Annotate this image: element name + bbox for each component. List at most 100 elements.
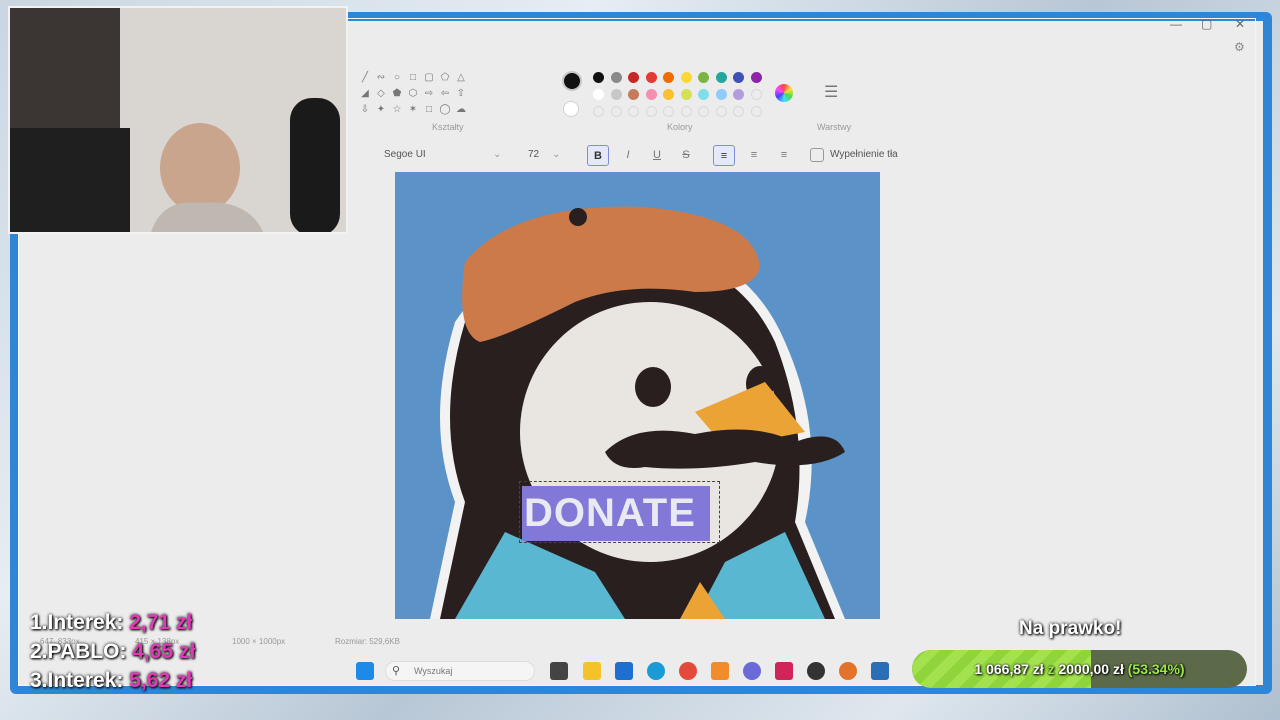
right-triangle-shape-icon[interactable]: ◢ <box>357 86 373 102</box>
goal-title: Na prawko! <box>1019 618 1122 639</box>
rounded-rectangle-shape-icon[interactable]: ▢ <box>421 70 437 86</box>
colors-group-label: Kolory <box>667 122 693 132</box>
arrow-up-shape-icon[interactable]: ⇧ <box>453 86 469 102</box>
curve-shape-icon[interactable]: ∾ <box>373 70 389 86</box>
canvas-size: 1000 × 1000px <box>232 637 286 646</box>
polygon-shape-icon[interactable]: ⬠ <box>437 70 453 86</box>
close-icon[interactable]: ✕ <box>1235 17 1245 31</box>
minimize-icon[interactable]: — <box>1170 17 1182 31</box>
windows-start-icon[interactable] <box>356 662 374 680</box>
font-family-select[interactable]: Segoe UI <box>384 149 426 160</box>
search-icon: ⚲ <box>392 665 401 677</box>
color-swatch[interactable] <box>663 72 674 83</box>
align-right-icon[interactable]: ≡ <box>773 145 795 166</box>
callout-cloud-shape-icon[interactable]: ☁ <box>453 102 469 118</box>
empty-color-slot[interactable] <box>680 106 692 117</box>
primary-color-swatch[interactable] <box>562 71 582 91</box>
discord-icon[interactable] <box>743 662 761 680</box>
star4-shape-icon[interactable]: ✦ <box>373 102 389 118</box>
color-swatch[interactable] <box>733 72 744 83</box>
browser-icon[interactable] <box>839 662 857 680</box>
empty-color-slot[interactable] <box>628 106 639 117</box>
bold-button[interactable]: B <box>587 145 609 166</box>
arrow-down-shape-icon[interactable]: ⇩ <box>357 102 373 118</box>
color-swatch[interactable] <box>750 72 762 83</box>
paint-icon[interactable] <box>871 662 889 680</box>
color-swatch[interactable] <box>663 89 674 100</box>
taskbar-search-input[interactable]: Wyszukaj <box>385 661 535 681</box>
secondary-color-swatch[interactable] <box>563 101 579 117</box>
empty-color-slot[interactable] <box>663 106 674 117</box>
color-swatch[interactable] <box>715 89 727 100</box>
task-view-icon[interactable] <box>550 662 568 680</box>
fill-background-label: Wypełnienie tła <box>830 149 898 160</box>
edit-colors-icon[interactable] <box>775 84 793 102</box>
color-swatch[interactable] <box>698 72 709 83</box>
arrow-left-shape-icon[interactable]: ⇦ <box>437 86 453 102</box>
empty-color-slot[interactable] <box>645 106 657 117</box>
leaderboard-amount: 5,62 zł <box>129 669 193 692</box>
leaderboard-row: 3.Interek: 5,62 zł <box>30 669 193 692</box>
italic-button[interactable]: I <box>617 145 639 166</box>
star6-shape-icon[interactable]: ✶ <box>405 102 421 118</box>
color-swatch[interactable] <box>628 72 639 83</box>
color-swatch[interactable] <box>628 89 639 100</box>
tiktok-icon[interactable] <box>775 662 793 680</box>
penguin-illustration <box>430 206 845 619</box>
empty-color-slot[interactable] <box>750 106 762 117</box>
shapes-group-label: Kształty <box>432 122 464 132</box>
pentagon-shape-icon[interactable]: ⬟ <box>389 86 405 102</box>
rectangle-shape-icon[interactable]: □ <box>405 70 421 86</box>
color-swatch[interactable] <box>733 89 744 100</box>
chrome-icon[interactable] <box>679 662 697 680</box>
line-shape-icon[interactable]: ╱ <box>357 70 373 86</box>
empty-color-slot[interactable] <box>593 106 604 117</box>
color-swatch[interactable] <box>645 89 657 100</box>
underline-button[interactable]: U <box>646 145 668 166</box>
color-swatch[interactable] <box>715 72 727 83</box>
color-swatch[interactable] <box>680 89 692 100</box>
empty-color-slot[interactable] <box>715 106 727 117</box>
empty-color-slot[interactable] <box>698 106 709 117</box>
color-swatch[interactable] <box>680 72 692 83</box>
font-chevron-down-icon[interactable]: ⌄ <box>493 149 501 160</box>
star5-shape-icon[interactable]: ☆ <box>389 102 405 118</box>
goal-progress-bar: 1 066,87 zł z 2000,00 zł (53.34%) <box>912 650 1247 688</box>
drawing-canvas[interactable] <box>395 172 880 619</box>
diamond-shape-icon[interactable]: ◇ <box>373 86 389 102</box>
color-swatch[interactable] <box>610 89 622 100</box>
edge-icon[interactable] <box>647 662 665 680</box>
file-explorer-icon[interactable] <box>583 662 601 680</box>
color-swatch[interactable] <box>593 72 604 83</box>
callout-oval-shape-icon[interactable]: ◯ <box>437 102 453 118</box>
oval-shape-icon[interactable]: ○ <box>389 70 405 86</box>
empty-color-slot[interactable] <box>750 89 762 100</box>
settings-gear-icon[interactable]: ⚙ <box>1234 40 1245 54</box>
obs-icon[interactable] <box>807 662 825 680</box>
hexagon-shape-icon[interactable]: ⬡ <box>405 86 421 102</box>
store-icon[interactable] <box>615 662 633 680</box>
empty-color-slot[interactable] <box>610 106 622 117</box>
file-size: Rozmiar: 529,6KB <box>335 637 400 646</box>
leaderboard-amount: 2,71 zł <box>129 611 193 634</box>
align-center-icon[interactable]: ≡ <box>743 145 765 166</box>
fill-background-checkbox[interactable] <box>810 148 824 162</box>
size-chevron-down-icon[interactable]: ⌄ <box>552 149 560 160</box>
triangle-shape-icon[interactable]: △ <box>453 70 469 86</box>
maximize-icon[interactable]: ▢ <box>1201 17 1212 31</box>
font-size-select[interactable]: 72 <box>528 149 539 160</box>
color-swatch[interactable] <box>610 72 622 83</box>
empty-color-slot[interactable] <box>733 106 744 117</box>
color-palette <box>590 69 766 117</box>
leaderboard-amount: 4,65 zł <box>132 640 196 663</box>
align-left-icon[interactable]: ≡ <box>713 145 735 166</box>
strikethrough-button[interactable]: S <box>675 145 697 166</box>
color-swatch[interactable] <box>698 89 709 100</box>
app-icon[interactable] <box>711 662 729 680</box>
arrow-right-shape-icon[interactable]: ⇨ <box>421 86 437 102</box>
color-swatch[interactable] <box>593 89 604 100</box>
color-swatch[interactable] <box>645 72 657 83</box>
callout-rect-shape-icon[interactable]: □ <box>421 102 437 118</box>
layers-icon[interactable]: ☰ <box>824 82 838 102</box>
canvas-text-donate[interactable]: DONATE <box>522 486 710 541</box>
